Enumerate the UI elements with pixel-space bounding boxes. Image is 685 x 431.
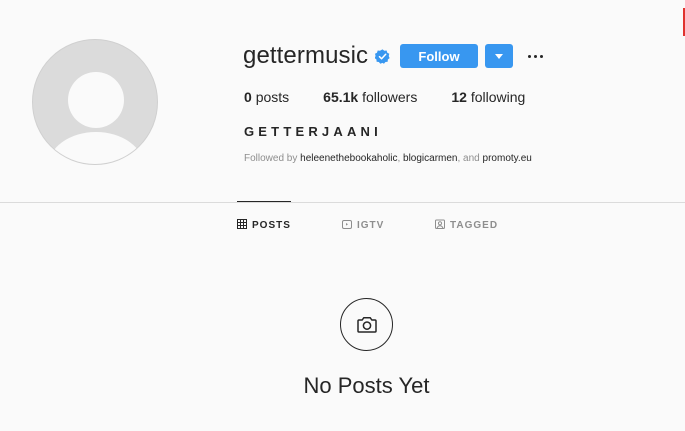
followed-by-separator: , and (457, 153, 480, 164)
empty-state-title: No Posts Yet (303, 373, 430, 398)
stat-followers[interactable]: 65.1k followers (323, 89, 417, 105)
followed-by-line[interactable]: Followed by heleenethebookaholic, blogic… (244, 153, 532, 164)
camera-icon (340, 298, 393, 351)
followed-by-account[interactable]: blogicarmen (403, 153, 457, 164)
profile-tabs-divider (0, 202, 685, 203)
tab-tagged[interactable]: TAGGED (435, 219, 498, 232)
suggestions-dropdown-button[interactable] (485, 44, 513, 68)
avatar-body-shape (48, 132, 144, 164)
followed-by-account[interactable]: heleenethebookaholic (300, 153, 397, 164)
tab-posts-label: POSTS (252, 220, 291, 231)
stat-followers-value: 65.1k (323, 89, 359, 105)
profile-username: gettermusic (243, 42, 369, 69)
follow-button[interactable]: Follow (400, 44, 478, 68)
more-options-icon[interactable] (524, 44, 546, 68)
tab-posts[interactable]: POSTS (237, 219, 291, 232)
username-row: gettermusic (243, 41, 390, 71)
verified-badge-icon (374, 48, 390, 64)
followed-by-separator: , (397, 153, 401, 164)
tab-tagged-label: TAGGED (450, 220, 499, 231)
stat-posts-value: 0 (244, 89, 252, 105)
active-tab-indicator (237, 201, 291, 202)
profile-stats: 0 posts 65.1k followers 12 following (244, 89, 559, 105)
profile-full-name: GETTERJAANI (244, 124, 382, 139)
stat-posts-label: posts (255, 89, 290, 105)
avatar-head-shape (68, 72, 124, 128)
followed-by-account[interactable]: promoty.eu (483, 153, 532, 164)
stat-following[interactable]: 12 following (451, 89, 525, 105)
chevron-down-icon (495, 53, 503, 59)
grid-icon (237, 219, 247, 232)
profile-avatar[interactable] (32, 39, 158, 165)
followed-by-prefix: Followed by (244, 153, 298, 164)
stat-following-value: 12 (451, 89, 467, 105)
tagged-icon (435, 219, 445, 232)
tab-igtv[interactable]: IGTV (342, 219, 384, 232)
stat-following-label: following (470, 89, 526, 105)
tab-igtv-label: IGTV (357, 220, 385, 231)
stat-followers-label: followers (362, 89, 418, 105)
igtv-icon (342, 219, 352, 232)
stat-posts: 0 posts (244, 89, 289, 105)
